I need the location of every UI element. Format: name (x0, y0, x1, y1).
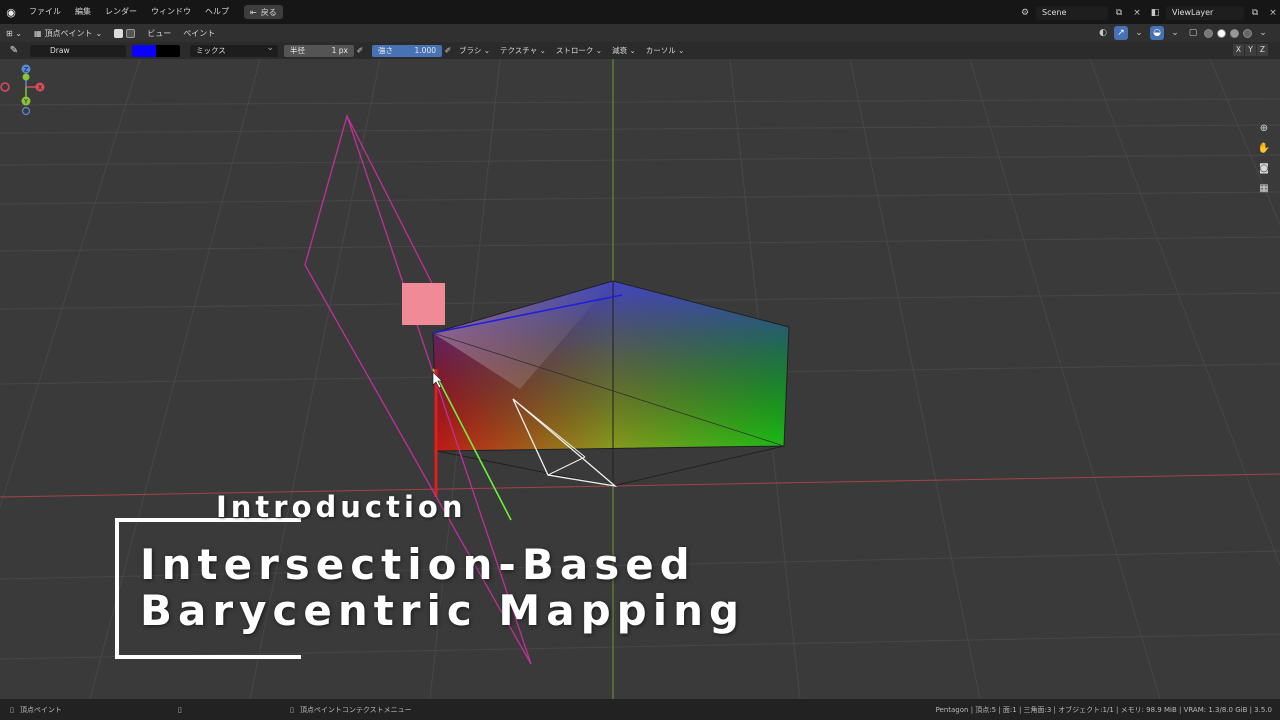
brush-selector[interactable]: Draw (30, 44, 126, 57)
mouse-middle-icon: ▯ (177, 705, 182, 714)
menu-stroke-label: ストローク (555, 46, 594, 55)
radius-label: 半径 (290, 45, 305, 55)
chevron-down-icon: ⌄ (95, 28, 103, 38)
overlay-title-line1: Intersection-Based (140, 540, 696, 589)
menu-help[interactable]: ヘルプ (198, 0, 236, 24)
menu-stroke[interactable]: ストローク ⌄ (551, 45, 607, 56)
tool-settings-bar: ✎ Draw ミックス 半径 1 px ✐ 強さ 1.000 ✐ ブラシ ⌄ テ… (0, 42, 1280, 59)
blend-mode-select[interactable]: ミックス (190, 42, 278, 57)
material-shading-icon[interactable] (1230, 28, 1239, 38)
menu-brush[interactable]: ブラシ ⌄ (454, 45, 495, 56)
face-mask-icon[interactable] (114, 28, 124, 38)
brush-tool-icon[interactable]: ✎ (0, 45, 28, 56)
mask-toggles[interactable] (108, 28, 141, 38)
gizmo-z-label: Z (24, 67, 28, 74)
scene-statistics: Pentagon | 頂点:5 | 面:1 | 三角面:3 | オブジェクト:1… (935, 705, 1272, 714)
overlay-toggle-icon[interactable]: ◒ (1150, 26, 1164, 40)
menu-cursor[interactable]: カーソル ⌄ (641, 45, 690, 56)
back-arrow-icon: ⇤ (250, 7, 257, 17)
menu-render[interactable]: レンダー (98, 0, 144, 24)
solid-shading-icon[interactable] (1217, 28, 1226, 38)
menu-falloff[interactable]: 減衰 ⌄ (607, 45, 641, 56)
viewlayer-icon[interactable]: ◧ (1148, 6, 1162, 20)
vertex-mask-icon[interactable] (126, 28, 136, 38)
gizmo-y-label: Y (23, 99, 28, 106)
scene-close-icon[interactable]: × (1130, 6, 1144, 20)
strength-slider[interactable]: 強さ 1.000 (372, 44, 442, 57)
vertex-paint-mode-icon: ▦ (33, 28, 42, 38)
shading-dropdown-icon[interactable]: ⌄ (1256, 26, 1270, 40)
wireframe-shading-icon[interactable] (1204, 28, 1213, 38)
symmetry-z-toggle[interactable]: Z (1257, 44, 1268, 56)
viewlayer-selector: ◧ ViewLayer ⧉ × (1148, 6, 1280, 20)
zoom-icon[interactable]: ⊕ (1256, 121, 1272, 137)
top-menubar: ◉ ファイル 編集 レンダー ウィンドウ ヘルプ ⇤ 戻る ⚙ Scene ⧉ … (0, 0, 1280, 24)
menu-cursor-label: カーソル (645, 46, 676, 55)
scene-selector: ⚙ Scene ⧉ × (1018, 6, 1144, 20)
status-left: ▯ 頂点ペイント ▯ (0, 705, 182, 715)
mouse-left-icon: ▯ (10, 705, 14, 714)
back-button-label: 戻る (260, 7, 277, 17)
strength-value: 1.000 (414, 45, 436, 55)
title-frame-bottom (115, 655, 301, 659)
menu-texture[interactable]: テクスチャ ⌄ (495, 45, 551, 56)
gizmo-toggle-icon[interactable]: ↗ (1114, 26, 1128, 40)
menu-texture-label: テクスチャ (500, 46, 538, 55)
overlay-title-line2: Barycentric Mapping (140, 586, 746, 635)
pink-marker-square (402, 283, 445, 325)
status-middle-label: 頂点ペイントコンテクストメニュー (299, 705, 412, 714)
x-axis-line (0, 473, 1280, 498)
menu-file[interactable]: ファイル (22, 0, 68, 24)
menu-paint[interactable]: ペイント (177, 28, 221, 39)
gizmo-dropdown-icon[interactable]: ⌄ (1132, 26, 1146, 40)
symmetry-axes: X Y Z (1233, 44, 1268, 56)
menu-falloff-label: 減衰 (612, 46, 628, 55)
scene-icon[interactable]: ⚙ (1018, 6, 1032, 20)
header-right-tools: ◐ ↗ ⌄ ◒ ⌄ ▢ ⌄ (1096, 24, 1270, 42)
radius-value: 1 px (331, 45, 348, 55)
secondary-color-swatch[interactable] (156, 44, 180, 57)
viewlayer-copy-icon[interactable]: ⧉ (1248, 6, 1262, 20)
viewlayer-close-icon[interactable]: × (1266, 6, 1280, 20)
gizmo-x-neg-handle (0, 82, 10, 92)
strength-pressure-icon[interactable]: ✐ (442, 46, 454, 55)
blender-logo-icon[interactable]: ◉ (0, 0, 22, 24)
overlay-subtitle: Introduction (216, 490, 467, 524)
symmetry-x-toggle[interactable]: X (1233, 44, 1244, 56)
radius-pressure-icon[interactable]: ✐ (354, 46, 366, 55)
status-bar: ▯ 頂点ペイント ▯ ▯ 頂点ペイントコンテクストメニュー Pentagon |… (0, 699, 1280, 720)
menu-brush-label: ブラシ (459, 46, 482, 55)
gizmo-z-neg-handle (21, 106, 31, 116)
gizmo-x-label: X (38, 85, 42, 92)
primary-color-swatch[interactable] (132, 44, 156, 57)
status-middle: ▯ 頂点ペイントコンテクストメニュー (290, 705, 412, 715)
menu-edit[interactable]: 編集 (68, 0, 98, 24)
scene-copy-icon[interactable]: ⧉ (1112, 6, 1126, 20)
xray-icon[interactable]: ▢ (1186, 26, 1200, 40)
overlay-dropdown-icon[interactable]: ⌄ (1168, 26, 1182, 40)
menu-view[interactable]: ビュー (141, 28, 177, 39)
menu-window[interactable]: ウィンドウ (144, 0, 198, 24)
viewlayer-name-field[interactable]: ViewLayer (1166, 6, 1244, 20)
strength-label: 強さ (378, 45, 393, 55)
rendered-shading-icon[interactable] (1243, 28, 1252, 38)
mouse-right-icon: ▯ (290, 705, 294, 714)
visibility-icon[interactable]: ◐ (1096, 26, 1110, 40)
radius-slider[interactable]: 半径 1 px (284, 44, 354, 57)
back-button[interactable]: ⇤ 戻る (244, 5, 283, 19)
editor-type-icon[interactable]: ⊞ ⌄ (0, 29, 28, 38)
symmetry-y-toggle[interactable]: Y (1245, 44, 1256, 56)
pan-hand-icon[interactable]: ✋ (1256, 141, 1272, 157)
mode-selector[interactable]: ▦ 頂点ペイント ⌄ (28, 28, 108, 39)
camera-view-icon[interactable]: ◙ (1256, 161, 1272, 177)
overlay-title: Intersection-Based Barycentric Mapping (140, 542, 745, 634)
viewport-header: ⊞ ⌄ ▦ 頂点ペイント ⌄ ビュー ペイント ◐ ↗ ⌄ ◒ ⌄ ▢ ⌄ (0, 24, 1280, 42)
gizmo-y-neg-handle (22, 73, 30, 81)
status-left-label: 頂点ペイント (19, 705, 62, 714)
perspective-grid-icon[interactable]: ▦ (1256, 181, 1272, 197)
mode-label: 頂点ペイント (44, 28, 93, 38)
scene-name-field[interactable]: Scene (1036, 6, 1108, 20)
navigation-gizmo[interactable]: Z X Y (0, 59, 50, 119)
